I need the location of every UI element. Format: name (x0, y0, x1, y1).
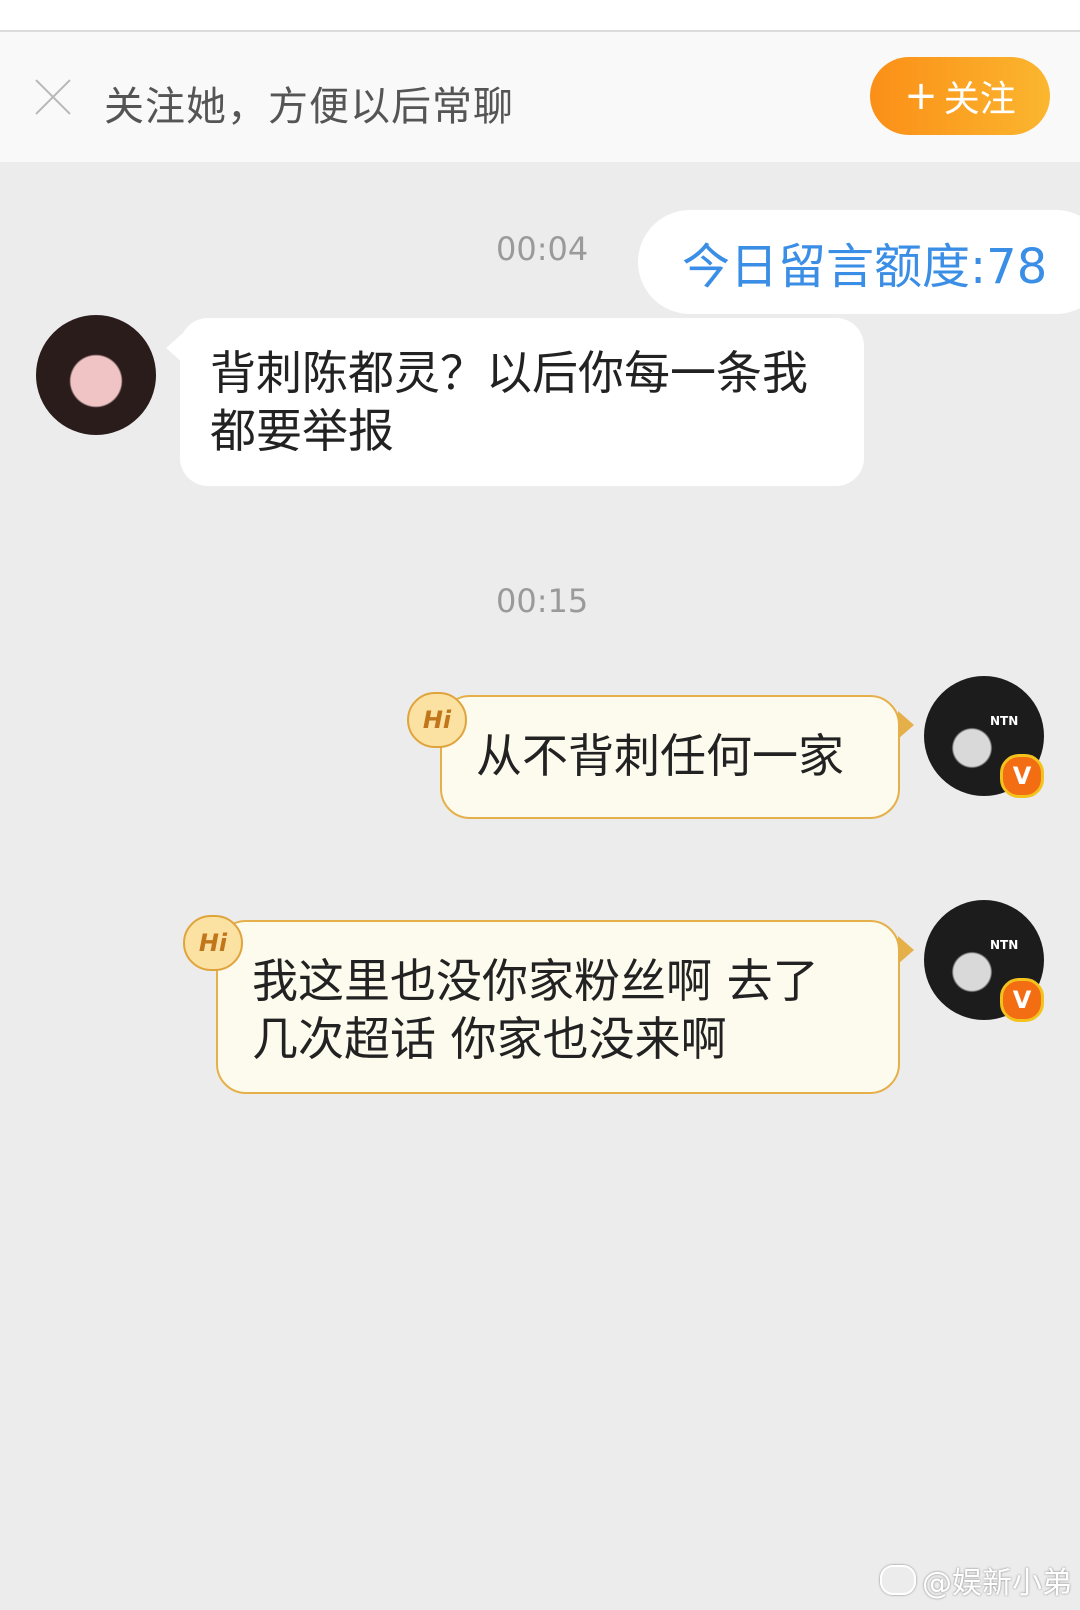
watermark-text: @娱新小弟 (922, 1566, 1072, 1601)
avatar-cap-text: NTN (990, 714, 1019, 728)
follow-hint-text: 关注她，方便以后常聊 (104, 84, 514, 130)
hi-badge-icon: Hi (183, 915, 243, 971)
avatar-cap-text: NTN (990, 938, 1019, 952)
received-message-bubble[interactable]: 背刺陈都灵？以后你每一条我 都要举报 (166, 318, 864, 486)
weibo-logo-icon (880, 1565, 916, 1595)
hi-badge-icon: Hi (407, 692, 467, 748)
follow-button-label: 关注 (943, 79, 1016, 120)
message-text-line: 从不背刺任何一家 (476, 729, 844, 783)
message-text-line: 我这里也没你家粉丝啊 去了 (252, 954, 819, 1008)
message-text-line: 背刺陈都灵？以后你每一条我 (210, 346, 808, 400)
verified-icon: V (1000, 754, 1044, 798)
message-text-line: 都要举报 (210, 404, 394, 458)
sent-message-bubble[interactable]: 从不背刺任何一家 (440, 695, 914, 819)
status-strip (0, 0, 1080, 32)
plus-icon: + (904, 73, 938, 119)
message-text-line: 几次超话 你家也没来啊 (252, 1012, 727, 1066)
close-icon[interactable] (33, 77, 73, 117)
message-quota-pill: 今日留言额度:78 (638, 210, 1080, 314)
sent-message-bubble[interactable]: 我这里也没你家粉丝啊 去了 几次超话 你家也没来啊 (216, 920, 914, 1094)
verified-icon: V (1000, 978, 1044, 1022)
message-timestamp: 00:15 (496, 582, 589, 620)
watermark: @娱新小弟 (880, 1558, 1072, 1602)
message-timestamp: 00:04 (496, 230, 589, 268)
follow-button[interactable]: + 关注 (870, 57, 1050, 135)
follow-bar: 关注她，方便以后常聊 + 关注 (0, 32, 1080, 162)
sender-avatar[interactable] (36, 315, 156, 435)
